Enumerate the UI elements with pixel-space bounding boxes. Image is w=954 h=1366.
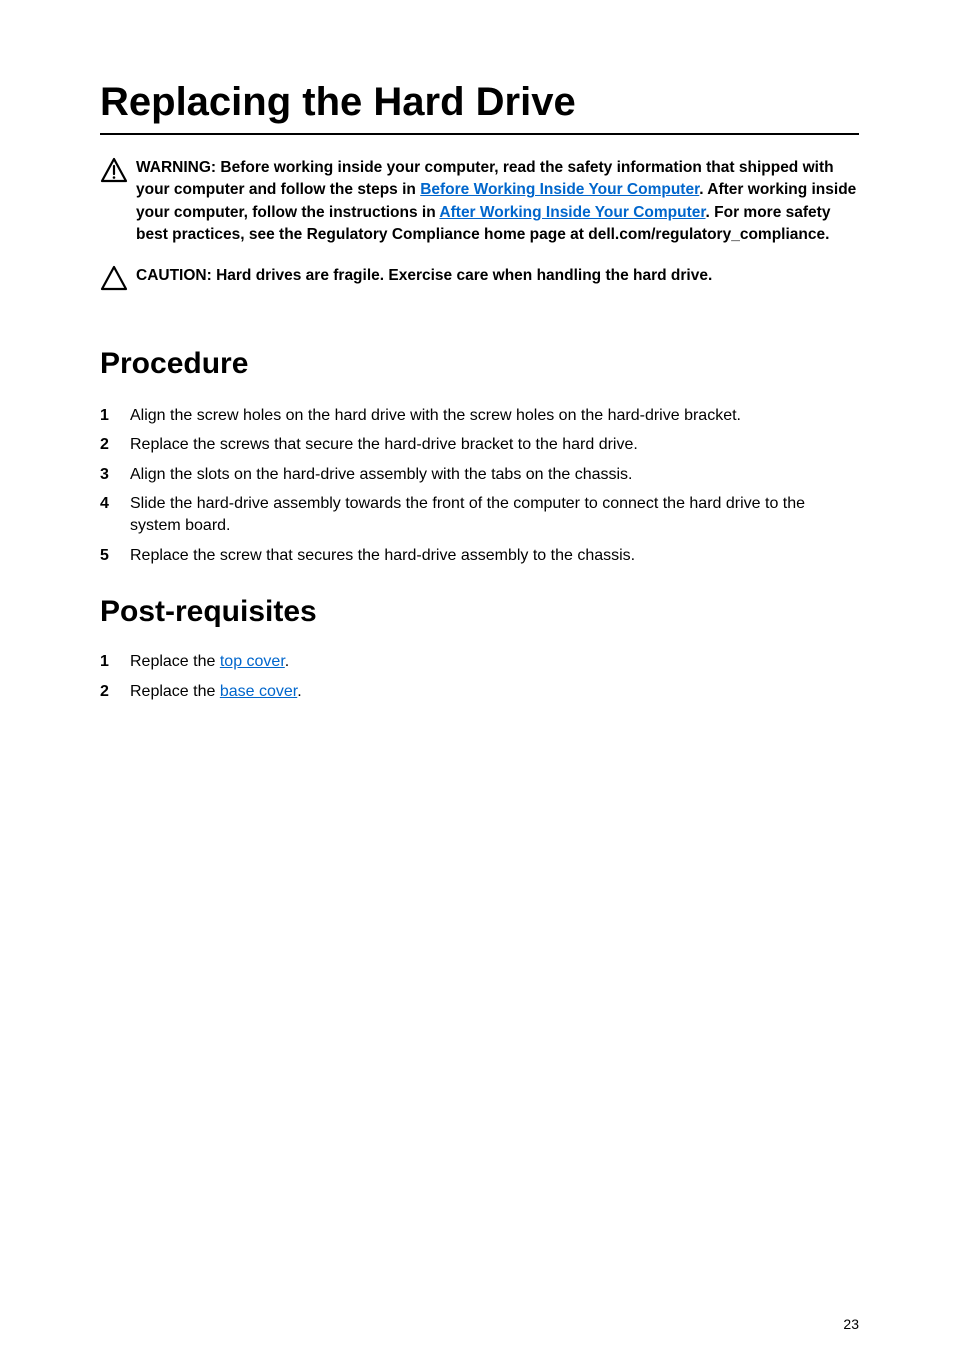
page-title: Replacing the Hard Drive [100, 80, 859, 135]
page-number: 23 [843, 1316, 859, 1332]
link-before-working[interactable]: Before Working Inside Your Computer [420, 181, 699, 198]
caution-text: CAUTION: Hard drives are fragile. Exerci… [136, 265, 712, 287]
link-base-cover[interactable]: base cover [220, 683, 297, 700]
link-after-working[interactable]: After Working Inside Your Computer [439, 204, 705, 221]
list-item: Replace the top cover. [100, 651, 859, 673]
warning-callout: WARNING: Before working inside your comp… [100, 157, 859, 247]
list-item: Slide the hard-drive assembly towards th… [100, 493, 859, 538]
post-requisites-list: Replace the top cover. Replace the base … [100, 651, 859, 703]
caution-callout: CAUTION: Hard drives are fragile. Exerci… [100, 265, 859, 291]
caution-icon [100, 265, 128, 291]
list-item: Replace the screws that secure the hard-… [100, 434, 859, 456]
list-item: Align the slots on the hard-drive assemb… [100, 464, 859, 486]
procedure-heading: Procedure [100, 347, 859, 381]
list-item: Replace the base cover. [100, 681, 859, 703]
list-item: Align the screw holes on the hard drive … [100, 405, 859, 427]
warning-text: WARNING: Before working inside your comp… [136, 157, 859, 247]
list-item: Replace the screw that secures the hard-… [100, 545, 859, 567]
procedure-list: Align the screw holes on the hard drive … [100, 405, 859, 567]
post-requisites-heading: Post-requisites [100, 595, 859, 629]
warning-icon [100, 157, 128, 183]
link-top-cover[interactable]: top cover [220, 653, 285, 670]
